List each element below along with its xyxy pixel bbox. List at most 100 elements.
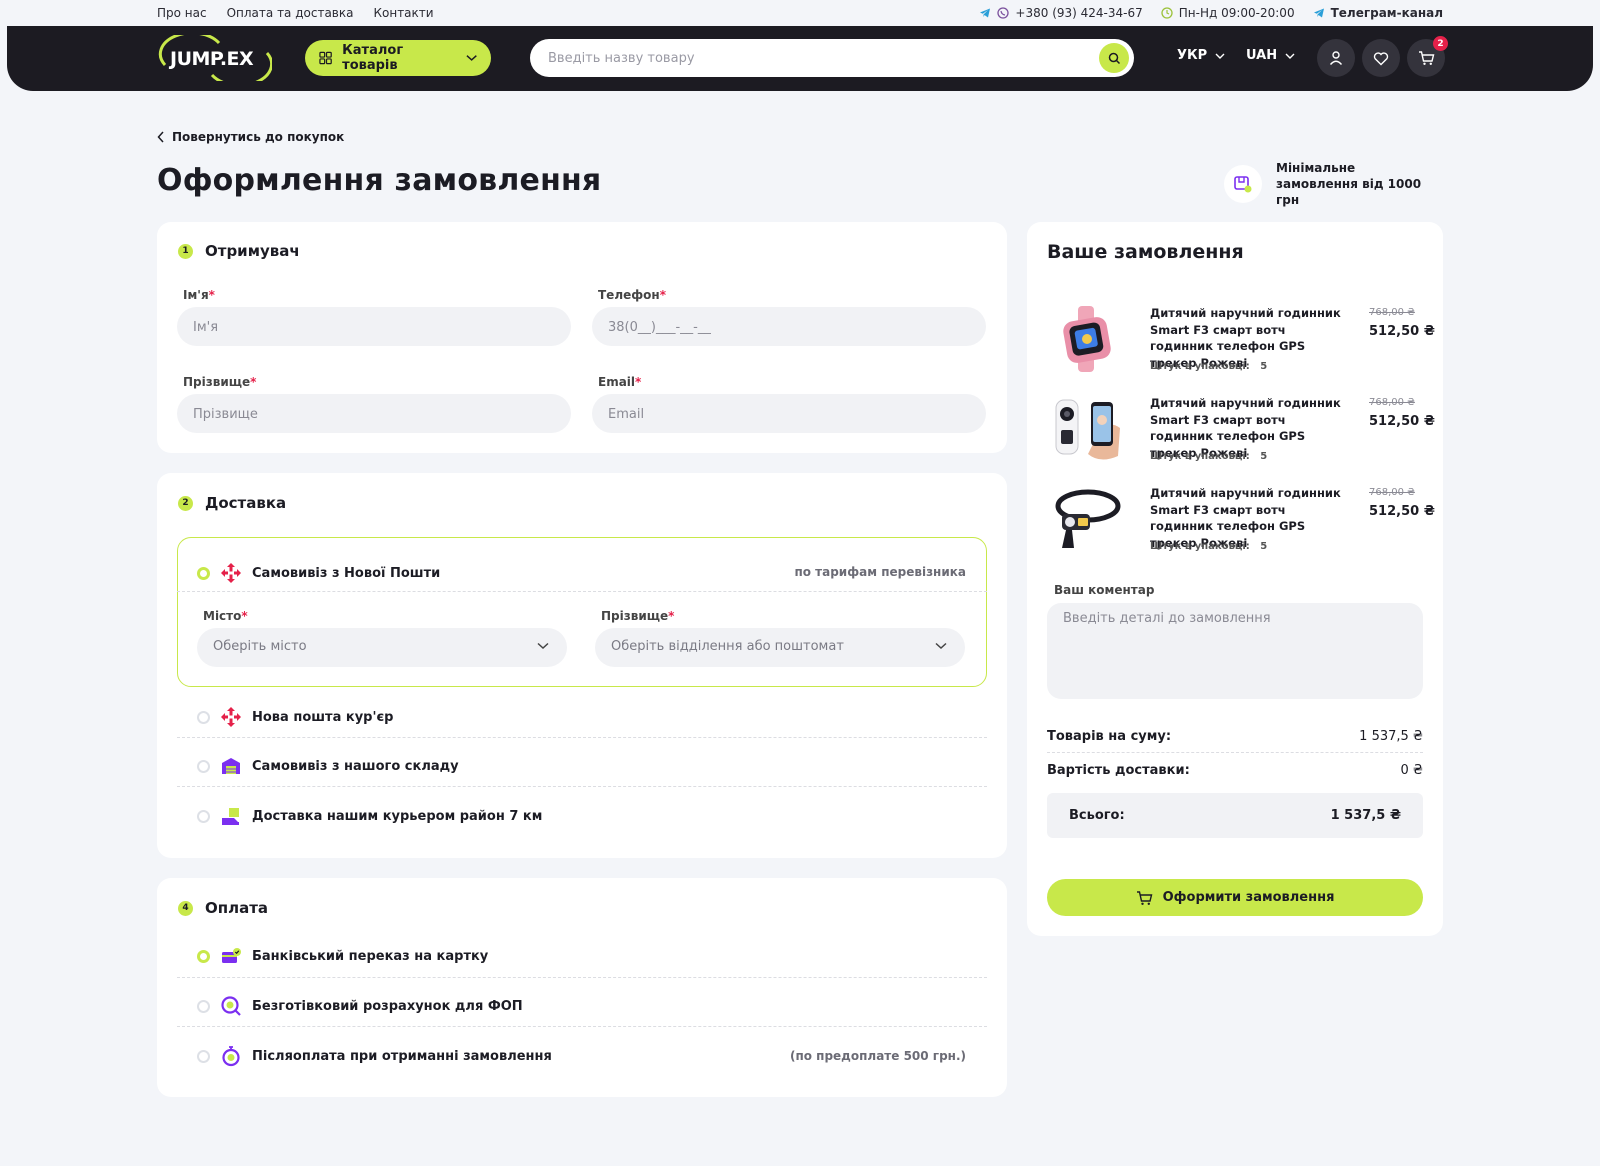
payment-option-cashless[interactable]: Безготівковий розрахунок для ФОП	[197, 995, 523, 1017]
order-item-qty: Штук в упаковці: 5	[1150, 361, 1268, 372]
payment-option-note: (по предоплате 500 грн.)	[789, 1049, 966, 1063]
wishlist-button[interactable]	[1362, 39, 1400, 77]
divider	[177, 977, 987, 978]
language-value: УКР	[1177, 48, 1208, 63]
top-contacts: +380 (93) 424-34-67 Пн-Нд 09:00-20:00 Те…	[979, 6, 1443, 20]
recipient-header: 1 Отримувач	[178, 242, 300, 260]
total-value: 1 537,5 ₴	[1330, 808, 1401, 823]
contacts-link[interactable]: Контакти	[373, 6, 433, 20]
city-select[interactable]: Оберіть місто	[197, 628, 567, 667]
checkout-label: Оформити замовлення	[1162, 890, 1335, 905]
divider	[177, 737, 987, 738]
delivery-option-label: Самовивіз з Нової Пошти	[252, 565, 441, 581]
cart-icon	[1136, 890, 1152, 905]
payment-option-label: Банківський переказ на картку	[252, 948, 489, 964]
radio-unselected[interactable]	[197, 710, 210, 724]
step-number: 4	[178, 900, 193, 916]
phone-input[interactable]	[608, 317, 943, 337]
radio-unselected[interactable]	[197, 809, 210, 823]
user-icon	[1329, 51, 1343, 65]
recipient-title: Отримувач	[205, 242, 300, 260]
min-order-notice: Мінімальне замовлення від 1000 грн	[1224, 160, 1436, 208]
top-links: Про нас Оплата та доставка Контакти	[157, 6, 434, 20]
order-item-price: 512,50 ₴	[1369, 324, 1435, 339]
payment-option-card-transfer[interactable]: Банківський переказ на картку	[197, 945, 488, 967]
warehouse-icon	[222, 758, 240, 774]
telegram-channel-label: Телеграм-канал	[1330, 6, 1443, 20]
search-input[interactable]	[548, 48, 1088, 68]
telegram-channel-link[interactable]: Телеграм-канал	[1313, 6, 1443, 20]
delivery-option-np-pickup[interactable]: Самовивіз з Нової Пошти	[197, 562, 440, 584]
language-select[interactable]: УКР	[1177, 48, 1225, 63]
min-order-text: Мінімальне замовлення від 1000 грн	[1276, 161, 1422, 207]
comment-field	[1047, 603, 1423, 699]
delivery-title: Доставка	[205, 494, 287, 512]
search-bar	[530, 39, 1134, 77]
branch-select[interactable]: Оберіть відділення або поштомат	[595, 628, 965, 667]
cart-button[interactable]: 2	[1407, 36, 1448, 77]
delivery-option-warehouse[interactable]: Самовивіз з нашого складу	[197, 755, 459, 777]
delivery-cost-label: Вартість доставки:	[1047, 763, 1190, 778]
catalog-button[interactable]: Каталог товарів	[305, 40, 491, 76]
order-item-qty: Штук в упаковці: 5	[1150, 541, 1268, 552]
order-item-price: 512,50 ₴	[1369, 504, 1435, 519]
delivery-option-label: Самовивіз з нашого складу	[252, 758, 459, 774]
hours-text: Пн-Нд 09:00-20:00	[1178, 6, 1295, 20]
chevron-down-icon	[1215, 53, 1225, 59]
radio-unselected[interactable]	[197, 759, 210, 773]
payment-header: 4 Оплата	[178, 899, 268, 917]
phone-label: Телефон*	[598, 288, 666, 302]
currency-value: UAH	[1246, 48, 1278, 63]
cash-on-delivery-icon	[222, 1046, 240, 1067]
back-to-shopping-link[interactable]: Повернутись до покупок	[157, 130, 344, 144]
surname-input[interactable]	[193, 404, 528, 424]
divider	[177, 1026, 987, 1027]
cashless-icon	[221, 996, 241, 1016]
comment-textarea[interactable]	[1063, 611, 1403, 687]
payment-delivery-link[interactable]: Оплата та доставка	[227, 6, 354, 20]
city-label: Місто*	[203, 609, 248, 623]
divider	[177, 786, 987, 787]
radio-selected[interactable]	[197, 949, 210, 963]
email-label: Email*	[598, 375, 642, 389]
radio-unselected[interactable]	[197, 1049, 210, 1063]
radio-unselected[interactable]	[197, 999, 210, 1013]
email-input[interactable]	[608, 404, 943, 424]
order-item-old-price: 768,00 ₴	[1369, 397, 1415, 408]
currency-select[interactable]: UAH	[1246, 48, 1295, 63]
total-row: Всього: 1 537,5 ₴	[1047, 793, 1423, 838]
search-icon	[1108, 52, 1120, 64]
checkout-button[interactable]: Оформити замовлення	[1047, 879, 1423, 916]
total-label: Всього:	[1069, 808, 1125, 823]
main-header: JUMP.EX Каталог товарів УКР UAH 2	[7, 26, 1593, 91]
payment-option-cash-on-delivery[interactable]: Післяоплата при отриманні замовлення	[197, 1045, 552, 1067]
min-order-icon-wrap	[1224, 165, 1262, 203]
search-button[interactable]	[1099, 43, 1129, 73]
delivery-header: 2 Доставка	[178, 494, 286, 512]
about-link[interactable]: Про нас	[157, 6, 207, 20]
delivery-option-own-courier[interactable]: Доставка нашим курьером район 7 км	[197, 805, 542, 827]
viber-icon	[997, 7, 1010, 19]
box-icon	[1234, 176, 1252, 193]
order-title: Ваше замовлення	[1047, 241, 1244, 263]
payment-option-label: Післяоплата при отриманні замовлення	[252, 1048, 552, 1064]
goods-sum-label: Товарів на суму:	[1047, 729, 1172, 744]
phone-number: +380 (93) 424-34-67	[1015, 6, 1143, 20]
city-placeholder: Оберіть місто	[213, 639, 307, 654]
account-button[interactable]	[1317, 39, 1355, 77]
smartwatch-image	[1052, 304, 1122, 374]
goods-sum-row: Товарів на суму: 1 537,5 ₴	[1047, 729, 1423, 744]
delivery-cost-row: Вартість доставки: 0 ₴	[1047, 763, 1423, 778]
name-field	[177, 307, 571, 346]
phone-contact[interactable]: +380 (93) 424-34-67	[979, 6, 1143, 20]
card-transfer-icon	[222, 948, 241, 963]
name-label: Ім'я*	[183, 288, 215, 302]
delivery-cost-value: 0 ₴	[1400, 763, 1423, 778]
chevron-down-icon	[1285, 53, 1295, 59]
delivery-option-label: Нова пошта кур'єр	[252, 709, 394, 725]
radio-selected[interactable]	[197, 566, 210, 580]
delivery-option-np-courier[interactable]: Нова пошта кур'єр	[197, 706, 393, 728]
divider	[177, 591, 987, 592]
name-input[interactable]	[193, 317, 528, 337]
site-logo[interactable]: JUMP.EX	[157, 31, 274, 87]
